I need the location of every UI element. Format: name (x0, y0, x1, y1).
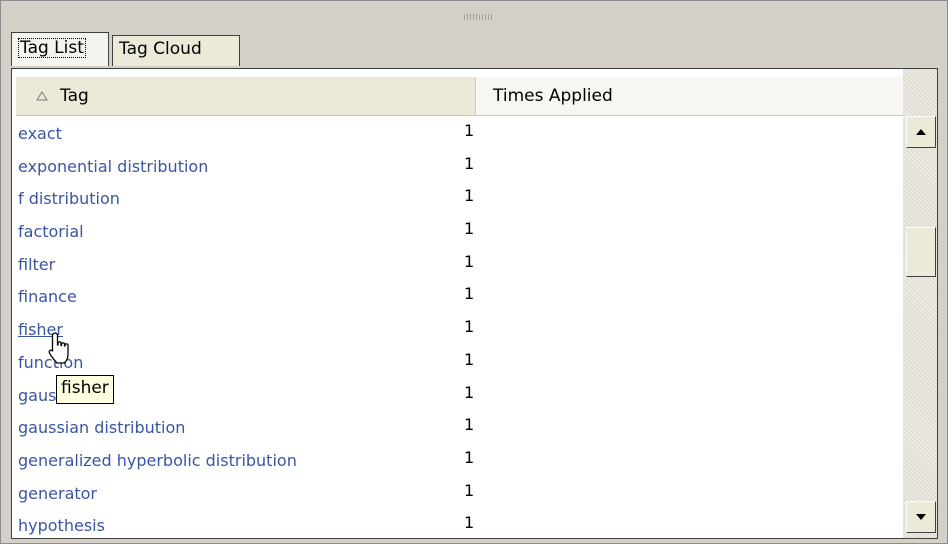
resize-grip-icon[interactable] (464, 14, 494, 20)
table-row: function 1 (16, 345, 904, 378)
times-applied-value: 1 (464, 349, 475, 369)
times-applied-value: 1 (464, 415, 475, 435)
table-header: Tag Times Applied (16, 77, 904, 116)
table-row: gaussian 1 (16, 378, 904, 411)
tag-link[interactable]: finance (18, 287, 77, 306)
column-header-times-applied[interactable]: Times Applied (476, 77, 904, 115)
sort-ascending-icon (36, 78, 50, 116)
times-applied-value: 1 (464, 251, 475, 271)
tab-tag-list-label: Tag List (18, 38, 86, 58)
tag-link[interactable]: generalized hyperbolic distribution (18, 451, 297, 470)
table-row: filter 1 (16, 247, 904, 280)
tag-panel-window: Tag List Tag Cloud Tag Times Applied exa… (0, 0, 948, 544)
times-applied-value: 1 (464, 513, 475, 533)
times-applied-value: 1 (464, 153, 475, 173)
tag-link[interactable]: factorial (18, 222, 84, 241)
column-header-times-applied-label: Times Applied (493, 86, 613, 106)
tag-link[interactable]: gaussian distribution (18, 418, 185, 437)
table-row: hypothesis 1 (16, 508, 904, 538)
table-row: f distribution 1 (16, 181, 904, 214)
times-applied-value: 1 (464, 121, 475, 140)
times-applied-value: 1 (464, 447, 475, 467)
tab-tag-cloud-label: Tag Cloud (119, 39, 202, 59)
tag-tooltip: fisher (56, 375, 114, 404)
vertical-scrollbar[interactable] (903, 69, 937, 538)
times-applied-value: 1 (464, 186, 475, 206)
tag-link[interactable]: exact (18, 124, 62, 143)
times-applied-value: 1 (464, 480, 475, 500)
tab-tag-list[interactable]: Tag List (11, 32, 109, 66)
table-body: exact 1 exponential distribution 1 f distr… (16, 116, 904, 538)
times-applied-value: 1 (464, 219, 475, 239)
column-header-tag[interactable]: Tag (16, 77, 476, 115)
times-applied-value: 1 (464, 382, 475, 402)
tab-tag-cloud[interactable]: Tag Cloud (112, 35, 240, 66)
tag-link[interactable]: hypothesis (18, 516, 105, 535)
tag-list-panel: Tag Times Applied exact 1 exponential dis… (11, 68, 938, 539)
table-row: finance 1 (16, 279, 904, 312)
hand-pointer-icon (48, 332, 69, 364)
table-row: gaussian distribution 1 (16, 410, 904, 443)
column-header-tag-label: Tag (60, 86, 89, 106)
table-row: generator 1 (16, 476, 904, 509)
tag-link[interactable]: generator (18, 484, 97, 503)
tag-link[interactable]: exponential distribution (18, 157, 208, 176)
table-row: fisher 1 (16, 312, 904, 345)
table-row: exact 1 (16, 116, 904, 149)
table-row: factorial 1 (16, 214, 904, 247)
times-applied-value: 1 (464, 284, 475, 304)
tag-link[interactable]: filter (18, 255, 55, 274)
table-row: exponential distribution 1 (16, 149, 904, 182)
scroll-up-arrow-icon[interactable] (906, 116, 936, 148)
table-row: generalized hyperbolic distribution 1 (16, 443, 904, 476)
scrollbar-thumb[interactable] (906, 227, 936, 277)
tag-link[interactable]: f distribution (18, 189, 120, 208)
scroll-down-arrow-icon[interactable] (906, 501, 936, 533)
times-applied-value: 1 (464, 317, 475, 337)
